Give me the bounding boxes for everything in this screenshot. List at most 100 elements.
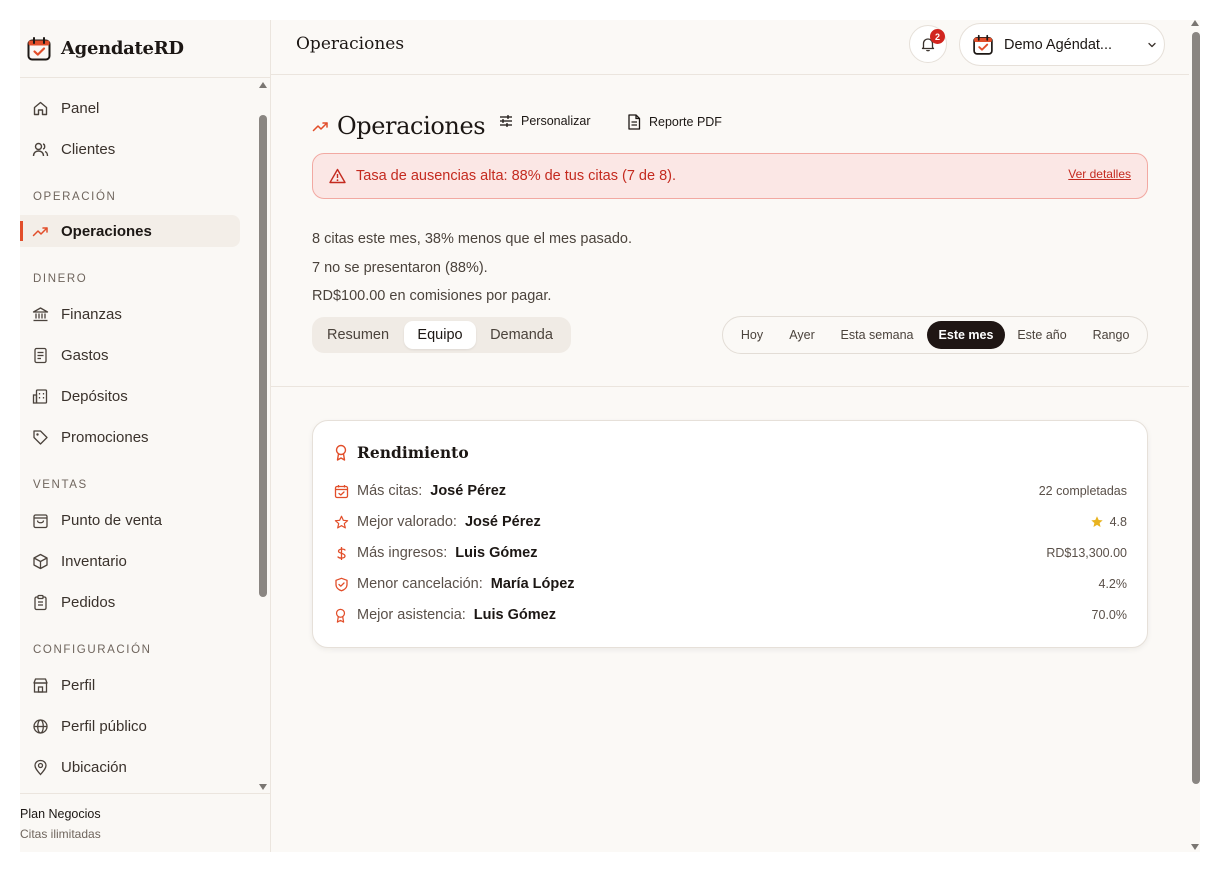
star-outline-icon <box>334 515 350 530</box>
award-icon <box>334 444 348 461</box>
sidebar-item-gastos[interactable]: Gastos <box>20 339 240 371</box>
trending-up-icon <box>312 118 329 135</box>
sidebar-item-panel[interactable]: Panel <box>20 92 240 124</box>
page-title: Operaciones <box>337 112 486 140</box>
sidebar-item-depositos[interactable]: Depósitos <box>20 380 240 412</box>
award-icon <box>334 608 350 623</box>
receipt-icon <box>32 347 49 364</box>
shield-check-icon <box>334 577 350 592</box>
period-ayer[interactable]: Ayer <box>779 321 825 349</box>
row-value: 70.0% <box>1091 608 1127 622</box>
sidebar-item-punto-de-venta[interactable]: Punto de venta <box>20 504 240 536</box>
row-value: 4.2% <box>1098 577 1128 591</box>
brand-name: AgendateRD <box>61 38 184 59</box>
section-operacion: OPERACIÓN <box>33 191 117 203</box>
sidebar-item-perfil[interactable]: Perfil <box>20 669 240 701</box>
chevron-down-icon <box>1146 39 1158 51</box>
sidebar-item-finanzas[interactable]: Finanzas <box>20 298 240 330</box>
scroll-down-arrow-icon[interactable] <box>1191 844 1199 850</box>
page-scroll-thumb[interactable] <box>1192 32 1200 784</box>
row-label: Más citas: <box>357 483 423 499</box>
row-employee: José Pérez <box>430 483 507 499</box>
row-employee: José Pérez <box>464 514 541 530</box>
performance-row: Mejor asistencia: Luis Gómez 70.0% <box>334 603 1127 627</box>
pdf-report-button[interactable]: Reporte PDF <box>627 114 722 130</box>
sidebar-item-operaciones[interactable]: Operaciones <box>20 215 240 247</box>
sidebar-item-label: Panel <box>61 99 100 117</box>
sidebar-item-pedidos[interactable]: Pedidos <box>20 586 240 618</box>
star-filled-icon <box>1090 515 1104 529</box>
shopping-bag-icon <box>32 512 49 529</box>
sidebar-item-inventario[interactable]: Inventario <box>20 545 240 577</box>
row-value: 4.8 <box>1109 515 1127 529</box>
customize-label: Personalizar <box>521 114 591 128</box>
notifications-button[interactable]: 2 <box>909 25 947 63</box>
tab-demanda[interactable]: Demanda <box>478 321 565 349</box>
performance-row: Más citas: José Pérez 22 completadas <box>334 479 1127 503</box>
row-label: Mejor valorado: <box>357 514 457 530</box>
section-configuracion: CONFIGURACIÓN <box>33 644 152 656</box>
pdf-report-label: Reporte PDF <box>649 115 722 129</box>
summary-line: 7 no se presentaron (88%). <box>312 260 488 276</box>
tag-icon <box>32 429 49 446</box>
sidebar-item-promociones[interactable]: Promociones <box>20 421 240 453</box>
dollar-icon <box>334 546 350 561</box>
sidebar-item-label: Ubicación <box>61 758 127 776</box>
sidebar: AgendateRD Panel Clientes OPERACIÓN Oper… <box>20 20 271 852</box>
sidebar-item-label: Punto de venta <box>61 511 162 529</box>
customize-button[interactable]: Personalizar <box>499 114 590 128</box>
tab-equipo[interactable]: Equipo <box>404 321 476 349</box>
map-pin-icon <box>32 759 49 776</box>
period-este-mes[interactable]: Este mes <box>927 321 1005 349</box>
period-este-ano[interactable]: Este año <box>1009 321 1075 349</box>
no-show-alert: Tasa de ausencias alta: 88% de tus citas… <box>312 153 1148 199</box>
performance-row: Menor cancelación: María López 4.2% <box>334 572 1127 596</box>
top-header: Operaciones 2 Demo Agéndat... <box>271 20 1189 75</box>
row-employee: Luis Gómez <box>455 545 538 561</box>
warning-icon <box>329 168 346 184</box>
sliders-icon <box>499 114 513 128</box>
brand[interactable]: AgendateRD <box>20 20 270 78</box>
section-dinero: DINERO <box>33 273 88 285</box>
performance-title-text: Rendimiento <box>357 443 469 462</box>
period-rango[interactable]: Rango <box>1081 321 1141 349</box>
sidebar-item-label: Depósitos <box>61 387 128 405</box>
package-icon <box>32 553 49 570</box>
tab-resumen[interactable]: Resumen <box>316 321 400 349</box>
row-value: RD$13,300.00 <box>1046 546 1127 560</box>
calendar-logo-icon <box>972 34 994 56</box>
globe-icon <box>32 718 49 735</box>
file-text-icon <box>627 114 641 130</box>
sidebar-item-ubicacion[interactable]: Ubicación <box>20 751 240 783</box>
app-window: AgendateRD Panel Clientes OPERACIÓN Oper… <box>20 20 1200 852</box>
sidebar-item-label: Perfil <box>61 676 96 694</box>
sidebar-item-label: Operaciones <box>61 222 152 240</box>
sidebar-item-clientes[interactable]: Clientes <box>20 133 240 165</box>
sidebar-item-label: Finanzas <box>61 305 122 323</box>
sidebar-scroll-thumb[interactable] <box>259 115 267 597</box>
account-switcher[interactable]: Demo Agéndat... <box>959 23 1165 66</box>
notification-badge: 2 <box>930 29 945 44</box>
row-label: Más ingresos: <box>357 545 448 561</box>
header-title: Operaciones <box>296 34 405 54</box>
row-rating: 4.8 <box>1090 515 1127 529</box>
sidebar-item-label: Clientes <box>61 140 116 158</box>
sidebar-item-perfil-publico[interactable]: Perfil público <box>20 710 240 742</box>
scroll-up-arrow-icon[interactable] <box>1191 20 1199 26</box>
row-label: Mejor asistencia: <box>357 607 466 623</box>
sidebar-item-label: Pedidos <box>61 593 116 611</box>
view-details-link[interactable]: Ver detalles <box>1068 167 1131 181</box>
page-heading: Operaciones <box>312 112 486 140</box>
home-icon <box>32 100 49 117</box>
scroll-down-arrow-icon[interactable] <box>259 784 267 790</box>
period-hoy[interactable]: Hoy <box>731 321 773 349</box>
sidebar-nav: Panel Clientes OPERACIÓN Operaciones DIN… <box>20 78 256 794</box>
account-name: Demo Agéndat... <box>1004 36 1113 53</box>
period-esta-semana[interactable]: Esta semana <box>831 321 923 349</box>
performance-card: Rendimiento Más citas: José Pérez 22 com… <box>312 420 1148 648</box>
users-icon <box>32 141 49 158</box>
row-employee: María López <box>490 576 575 592</box>
section-divider <box>271 386 1189 387</box>
sidebar-item-label: Gastos <box>61 346 109 364</box>
scroll-up-arrow-icon[interactable] <box>259 82 267 88</box>
